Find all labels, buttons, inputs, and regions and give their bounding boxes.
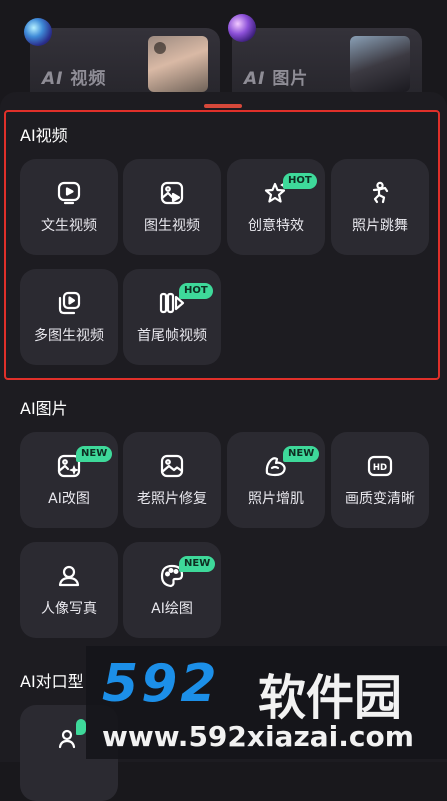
ai-image-card-thumbnail	[350, 36, 410, 92]
tool-photo-dance[interactable]: 照片跳舞	[331, 159, 429, 255]
tool-ai-drawing[interactable]: NEW AI绘图	[123, 542, 221, 638]
watermark-logo-text: 软件园	[258, 670, 403, 726]
tool-text-to-video[interactable]: 文生视频	[20, 159, 118, 255]
new-badge: NEW	[76, 446, 113, 462]
hd-icon: HD	[366, 452, 394, 480]
tool-creative-effects[interactable]: HOT 创意特效	[227, 159, 325, 255]
play-screen-icon	[55, 179, 83, 207]
play-icon	[154, 42, 166, 54]
sheet-drag-handle[interactable]	[204, 104, 242, 108]
ai-image-card-text: 图片	[272, 69, 309, 89]
ai-video-card-text: 视频	[70, 69, 107, 89]
dancing-figure-icon	[366, 179, 394, 207]
ai-video-card-thumbnail	[148, 36, 208, 92]
photo-icon	[158, 452, 186, 480]
svg-text:HD: HD	[373, 463, 387, 473]
tool-portrait-photo[interactable]: 人像写真	[20, 542, 118, 638]
ai-image-card-ai: AI	[244, 69, 266, 89]
tool-label: 创意特效	[248, 218, 304, 234]
tool-label: 文生视频	[41, 218, 97, 234]
portrait-icon	[55, 562, 83, 590]
stacked-images-play-icon	[55, 289, 83, 317]
tool-first-last-frame-video[interactable]: HOT 首尾帧视频	[123, 269, 221, 365]
tool-label: 首尾帧视频	[137, 328, 207, 344]
ai-video-card-ai: AI	[42, 69, 64, 89]
watermark-logo-number: 592	[102, 654, 220, 714]
partial-badge	[76, 719, 86, 735]
tool-photo-muscle[interactable]: NEW 照片增肌	[227, 432, 325, 528]
new-badge: NEW	[283, 446, 320, 462]
tool-multi-image-to-video[interactable]: 多图生视频	[20, 269, 118, 365]
image-play-icon	[158, 179, 186, 207]
tool-label: AI绘图	[151, 601, 193, 617]
hot-badge: HOT	[283, 173, 317, 189]
tool-enhance-quality[interactable]: HD 画质变清晰	[331, 432, 429, 528]
tool-label: AI改图	[48, 491, 90, 507]
tool-label: 照片跳舞	[352, 218, 408, 234]
tool-label: 老照片修复	[137, 491, 207, 507]
hot-badge: HOT	[179, 283, 213, 299]
tool-label: 人像写真	[41, 601, 97, 617]
new-badge: NEW	[179, 556, 216, 572]
top-feature-cards: AI 视频 AI 图片	[0, 0, 447, 108]
tool-old-photo-restore[interactable]: 老照片修复	[123, 432, 221, 528]
ai-video-section-title: AI视频	[20, 126, 68, 145]
watermark-url: www.592xiazai.com	[102, 720, 414, 753]
ai-image-card-label: AI 图片	[244, 64, 308, 89]
tool-label: 多图生视频	[34, 328, 104, 344]
ai-video-card-label: AI 视频	[42, 64, 106, 89]
purple-orb-icon	[228, 14, 256, 42]
tool-label: 照片增肌	[248, 491, 304, 507]
ai-lipsync-section-title: AI对口型	[20, 672, 84, 691]
ai-image-section-title: AI图片	[20, 399, 68, 418]
tool-label: 图生视频	[144, 218, 200, 234]
tool-label: 画质变清晰	[345, 491, 415, 507]
blue-orb-icon	[24, 18, 52, 46]
tool-image-to-video[interactable]: 图生视频	[123, 159, 221, 255]
tool-ai-image-edit[interactable]: NEW AI改图	[20, 432, 118, 528]
